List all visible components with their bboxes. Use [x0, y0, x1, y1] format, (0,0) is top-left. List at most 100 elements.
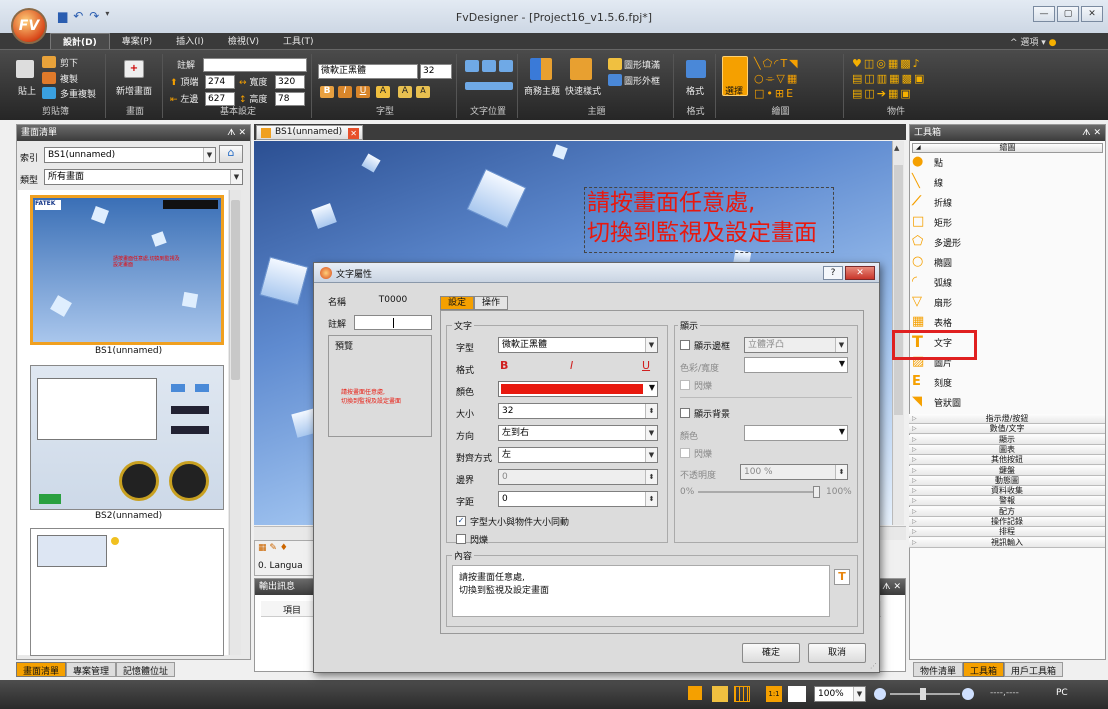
toolbox-section-drawing[interactable]: ◢ 繪圖	[912, 143, 1103, 153]
font-color-icon[interactable]: A	[376, 86, 390, 98]
tab-tools[interactable]: 工具(T)	[271, 33, 326, 49]
vertical-align-icon[interactable]	[465, 82, 513, 90]
toolbox-category[interactable]: ▷ 其他按鈕	[909, 455, 1105, 466]
copy-button[interactable]: 複製	[60, 72, 78, 85]
paste-button[interactable]: 貼上	[18, 84, 36, 97]
zoom-in-icon[interactable]	[962, 688, 974, 700]
ribbon-font-size[interactable]: 32	[420, 64, 452, 79]
object-icons-row3[interactable]: ▤◫➔▦▣	[852, 87, 913, 100]
width-input[interactable]: 320	[275, 75, 305, 89]
toolbox-category[interactable]: ▷ 鍵盤	[909, 465, 1105, 476]
draw-shapes-row2[interactable]: ○⌯▽▦	[754, 72, 799, 86]
font-select[interactable]: 微軟正黑體 ▼	[498, 337, 658, 353]
tab-toolbox[interactable]: 工具箱	[963, 662, 1005, 677]
thumbnail-scrollbar[interactable]	[229, 190, 241, 655]
toolbox-category[interactable]: ▷ 視訊輸入	[909, 537, 1105, 548]
border-style-select[interactable]: 立體浮凸 ▼	[744, 337, 848, 353]
multi-copy-icon[interactable]	[42, 87, 56, 99]
options-link[interactable]: ^ 選項 ▾ ●	[1010, 35, 1057, 48]
top-input[interactable]: 274	[205, 75, 235, 89]
style-bold-icon[interactable]: B	[500, 359, 514, 373]
blink-checkbox[interactable]	[456, 534, 466, 544]
draw-shapes-row3[interactable]: □•⊞E	[754, 87, 795, 100]
italic-icon[interactable]: I	[338, 86, 352, 98]
thumbnail-bs3[interactable]	[30, 528, 224, 656]
toolbox-category[interactable]: ▷ 顯示	[909, 434, 1105, 445]
toolbox-category[interactable]: ▷ 操作記錄	[909, 517, 1105, 527]
new-screen-icon[interactable]: +	[124, 60, 144, 78]
margin-spinner[interactable]: 0 ⬍	[498, 469, 658, 485]
select-button[interactable]: 選擇	[725, 84, 743, 97]
lang-toolbar-icons[interactable]: ▦ ✎ ♦	[258, 543, 288, 553]
bold-icon[interactable]: B	[320, 86, 334, 98]
show-border-checkbox[interactable]	[680, 340, 690, 350]
quick-style-button[interactable]: 快速樣式	[565, 84, 601, 97]
tab-screen-list[interactable]: 畫面清單	[16, 662, 67, 677]
dialog-comment-input[interactable]	[354, 315, 432, 330]
app-menu-button[interactable]: FV	[11, 8, 47, 44]
spacing-spinner[interactable]: 0 ⬍	[498, 491, 658, 507]
draw-shapes-row1[interactable]: ╲⬠◜T◥	[754, 57, 800, 70]
toolbox-category[interactable]: ▷ 指示燈/按鈕	[909, 414, 1105, 424]
zoom-out-icon[interactable]	[874, 688, 886, 700]
tab-view[interactable]: 檢視(V)	[216, 33, 271, 49]
text-edit-icon[interactable]: T	[834, 569, 850, 585]
ok-button[interactable]: 確定	[742, 643, 800, 663]
minimize-icon[interactable]: —	[1033, 6, 1055, 22]
size-spinner[interactable]: 32 ⬍	[498, 403, 658, 419]
grow-font-icon[interactable]: A	[398, 86, 412, 98]
tab-memory-address[interactable]: 記憶體位址	[116, 662, 176, 677]
content-textarea[interactable]: 請按畫面任意處, 切換到監視及設定畫面	[452, 565, 830, 617]
style-italic-icon[interactable]: I	[570, 359, 584, 373]
tab-operation[interactable]: 操作	[474, 296, 508, 310]
multi-copy-button[interactable]: 多重複製	[60, 87, 96, 100]
selected-text-object[interactable]: 請按畫面任意處, 切換到監視及設定畫面	[584, 187, 834, 253]
close-icon[interactable]: ✕	[1081, 6, 1103, 22]
theme-icon[interactable]	[530, 58, 552, 80]
direction-select[interactable]: 左到右 ▼	[498, 425, 658, 441]
fit-icon[interactable]	[788, 686, 806, 702]
snap-icon[interactable]	[712, 686, 728, 702]
status-tool-icon[interactable]	[688, 686, 702, 700]
cancel-button[interactable]: 取消	[808, 643, 866, 663]
panel-pin-icon[interactable]: ᗑ ✕	[227, 125, 246, 141]
bg-color-picker[interactable]: ▼	[744, 425, 848, 441]
style-underline-icon[interactable]: U	[642, 359, 656, 373]
zoom-slider-thumb[interactable]	[920, 688, 926, 700]
object-icons-row2[interactable]: ▤◫▥▦▩▣	[852, 72, 926, 85]
underline-icon[interactable]: U	[356, 86, 370, 98]
opacity-slider-thumb[interactable]	[813, 486, 820, 498]
paste-icon[interactable]	[16, 60, 34, 78]
align-left-icon[interactable]	[465, 60, 479, 72]
quick-style-icon[interactable]	[570, 58, 592, 80]
autosize-checkbox[interactable]: ✓	[456, 516, 466, 526]
tab-design[interactable]: 設計(D)	[50, 33, 110, 49]
format-button[interactable]: 格式	[686, 84, 704, 97]
maximize-icon[interactable]: ▢	[1057, 6, 1079, 22]
thumbnail-bs1[interactable]: FATEK 請按畫面任意處,切換到監視及設定畫面	[30, 195, 224, 345]
grid-icon[interactable]	[734, 686, 750, 702]
format-icon[interactable]	[686, 60, 706, 78]
show-background-checkbox[interactable]	[680, 408, 690, 418]
output-close-icon[interactable]: ᗑ ✕	[882, 579, 901, 595]
shrink-font-icon[interactable]: A	[416, 86, 430, 98]
tab-project-manager[interactable]: 專案管理	[66, 662, 117, 677]
copy-icon[interactable]	[42, 72, 56, 84]
opacity-slider[interactable]	[698, 486, 820, 498]
opacity-spinner[interactable]: 100 % ⬍	[740, 464, 848, 480]
toolbox-pin-icon[interactable]: ᗑ ✕	[1082, 125, 1101, 141]
resize-grip-icon[interactable]: ⋰	[870, 662, 877, 670]
thumbnail-bs2[interactable]	[30, 365, 224, 510]
outline-icon[interactable]	[608, 74, 622, 86]
toolbox-category[interactable]: ▷ 配方	[909, 506, 1105, 517]
tab-insert[interactable]: 插入(I)	[164, 33, 216, 49]
toolbox-category[interactable]: ▷ 排程	[909, 527, 1105, 538]
toolbox-category[interactable]: ▷ 動態圖	[909, 475, 1105, 486]
theme-button[interactable]: 商務主題	[524, 84, 560, 97]
home-icon[interactable]: ⌂	[219, 145, 243, 163]
tab-close-icon[interactable]: ✕	[348, 128, 360, 139]
border-color-picker[interactable]: ▼	[744, 357, 848, 373]
object-icons-row1[interactable]: ♥◫◎▦▩♪	[852, 57, 922, 70]
zoom-select[interactable]: 100% ▼	[814, 686, 866, 702]
editor-tab-bs1[interactable]: BS1(unnamed) ✕	[256, 125, 364, 140]
